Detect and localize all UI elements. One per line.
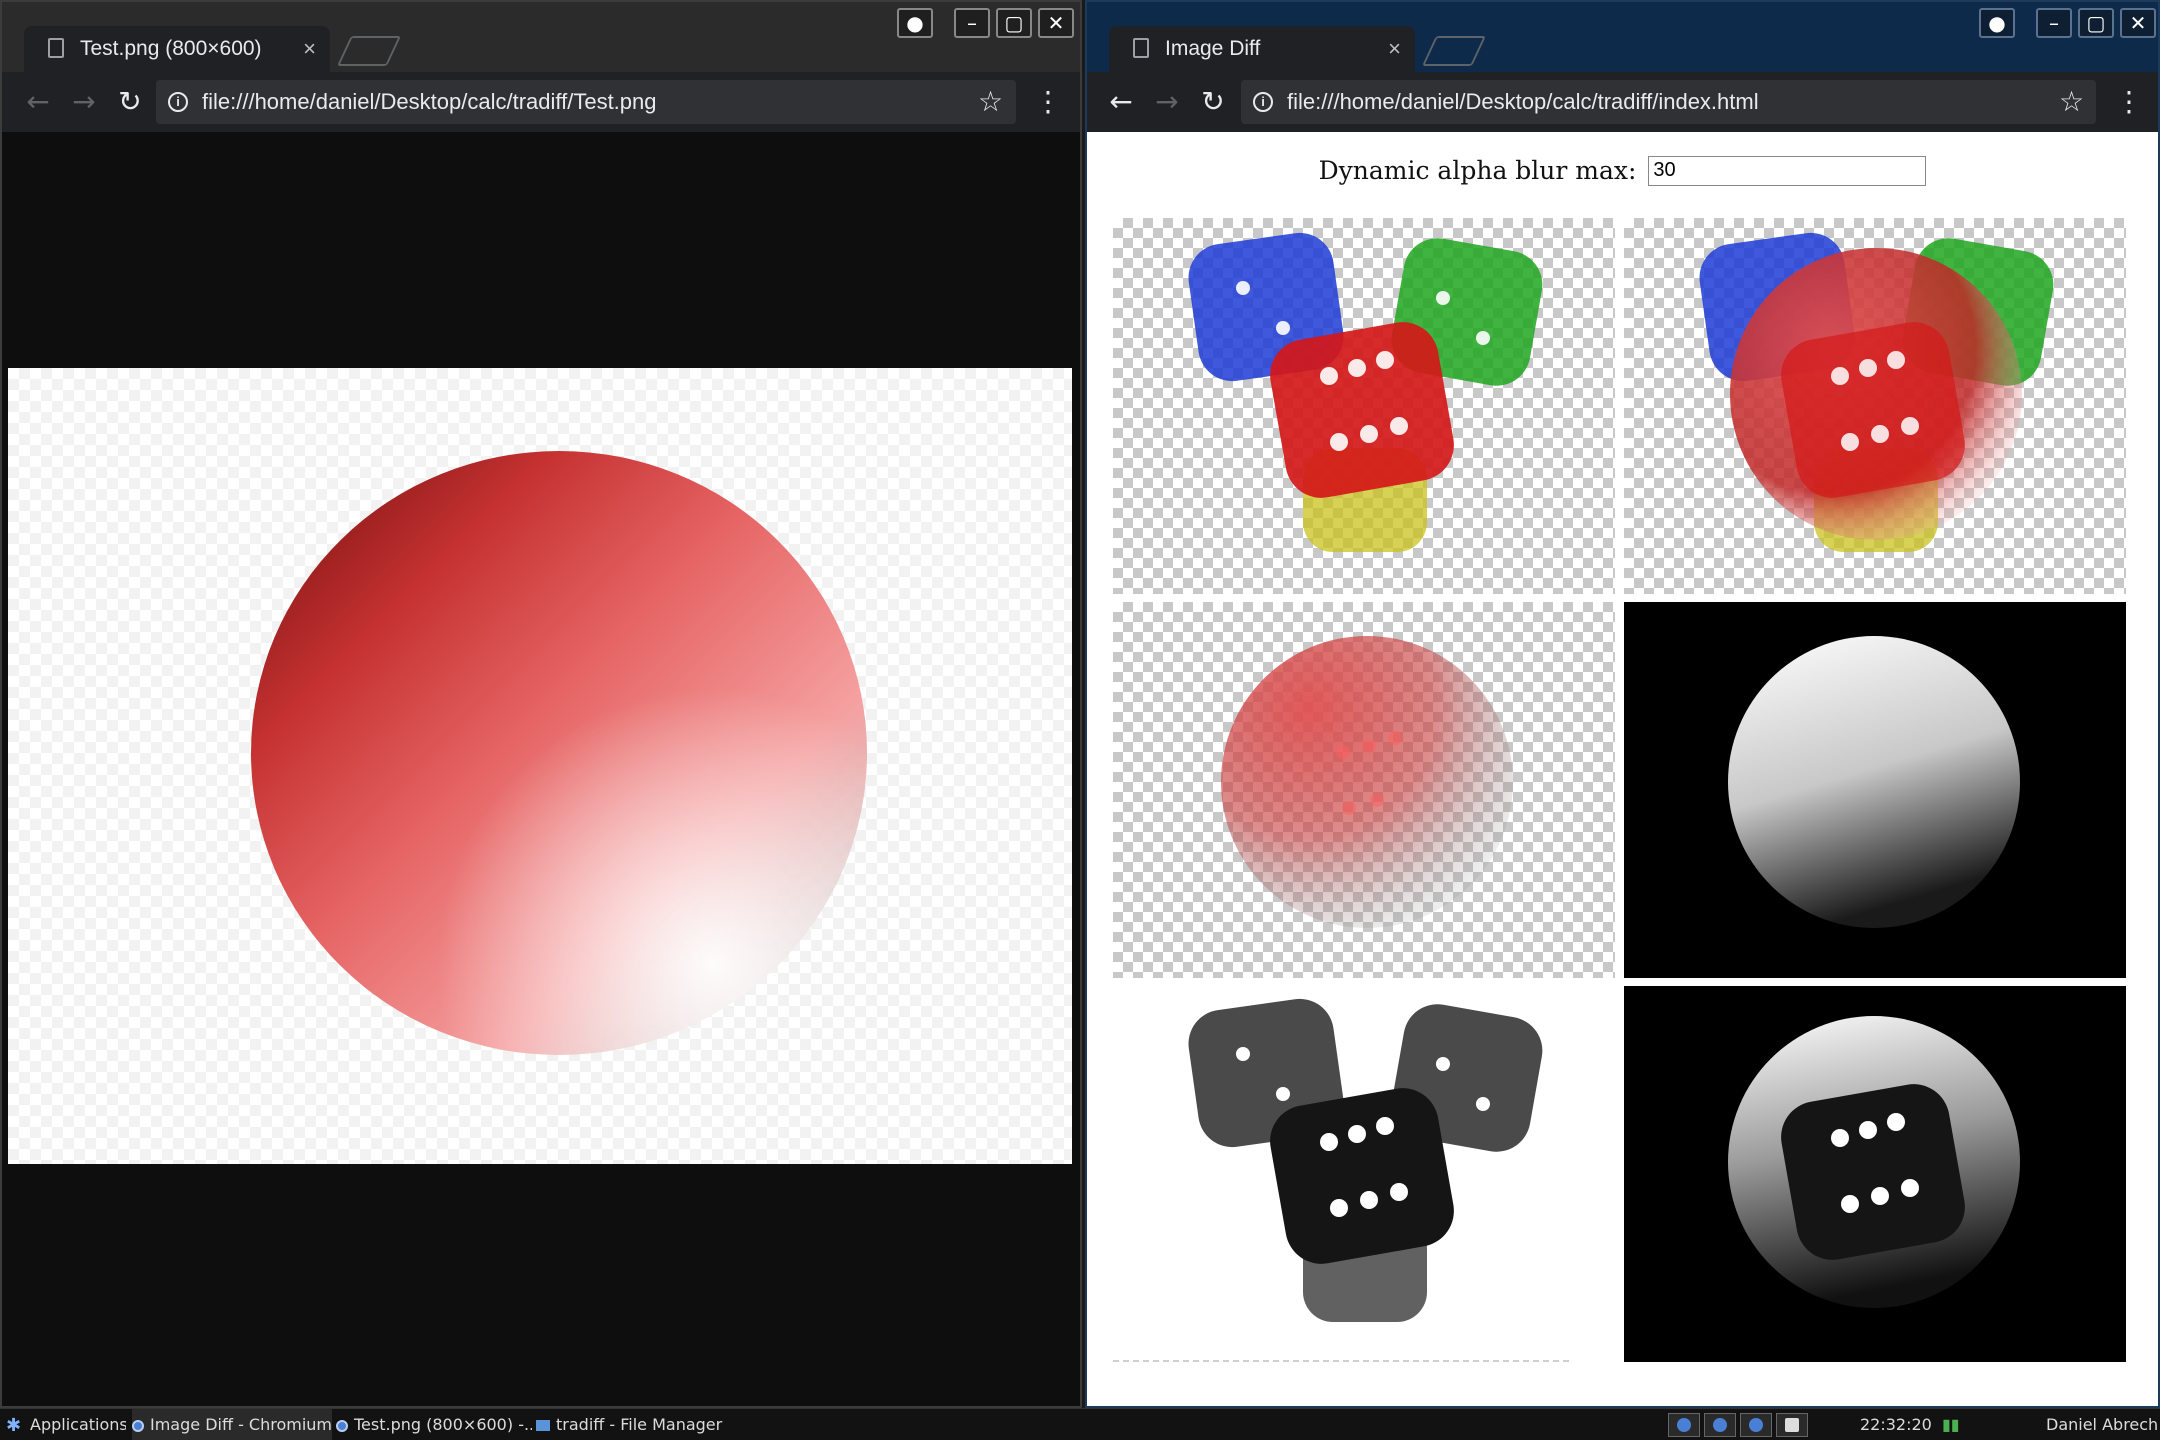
divider [1113, 1360, 1569, 1362]
page-viewport: Dynamic alpha blur max: [1087, 132, 2158, 1406]
tab-test-png[interactable]: Test.png (800×600) × [24, 26, 330, 72]
browser-window-image-diff[interactable]: Image Diff × ● – ▢ ✕ ← → ↻ i file:///hom… [1085, 0, 2160, 1408]
overlay-graphic [1699, 232, 2054, 552]
forward-button[interactable]: → [1149, 82, 1185, 122]
sphere-graphic [1221, 636, 1513, 928]
chromium-icon [336, 1419, 348, 1432]
image-difference [1624, 986, 2126, 1362]
profile-button[interactable]: ● [1979, 8, 2015, 38]
close-window-button[interactable]: ✕ [2120, 8, 2156, 38]
clock[interactable]: 22:32:20 [1860, 1409, 1940, 1440]
taskbar-item-image-diff[interactable]: Image Diff - Chromium [132, 1409, 332, 1440]
diff-die [1781, 1084, 1965, 1260]
minimize-button[interactable]: – [954, 8, 990, 38]
dice-graphic [1188, 232, 1543, 552]
blur-label: Dynamic alpha blur max: [1318, 156, 1637, 185]
workspace-4[interactable] [1776, 1413, 1808, 1437]
image-recovered-sphere [1113, 602, 1615, 978]
alpha-disc [1728, 636, 2020, 928]
new-tab-button[interactable] [337, 36, 401, 66]
document-icon [48, 38, 64, 58]
address-bar[interactable]: i file:///home/daniel/Desktop/calc/tradi… [1241, 80, 2096, 124]
bookmark-star-icon[interactable]: ☆ [2059, 80, 2084, 124]
reload-button[interactable]: ↻ [112, 82, 148, 122]
browser-menu-button[interactable]: ⋮ [1034, 80, 1062, 124]
sphere [1221, 636, 1513, 928]
info-icon[interactable]: i [168, 92, 188, 112]
die-red [1781, 322, 1965, 498]
die-red [1270, 322, 1454, 498]
profile-button[interactable]: ● [897, 8, 933, 38]
gray-dice-graphic [1188, 998, 1543, 1322]
folder-icon [536, 1420, 550, 1431]
battery-icon[interactable]: ▮▮ [1942, 1409, 1982, 1440]
tab-title: Image Diff [1165, 37, 1261, 60]
profile-icon: ● [906, 11, 924, 35]
taskbar-item-test-png[interactable]: Test.png (800×600) -... [336, 1409, 532, 1440]
address-url: file:///home/daniel/Desktop/calc/tradiff… [1287, 89, 1759, 114]
taskbar: ✱ Applications Image Diff - Chromium Test… [0, 1408, 2160, 1440]
image-alpha-map [1624, 602, 2126, 978]
tab-image-diff[interactable]: Image Diff × [1109, 26, 1415, 72]
workspace-2[interactable] [1704, 1413, 1736, 1437]
red-sphere [251, 451, 867, 1055]
close-window-button[interactable]: ✕ [1038, 8, 1074, 38]
bookmark-star-icon[interactable]: ☆ [978, 80, 1003, 124]
tab-close-icon[interactable]: × [1388, 26, 1401, 72]
alpha-graphic [1728, 636, 2020, 928]
test-png-image [8, 368, 1072, 1164]
titlebar[interactable]: Image Diff × ● – ▢ ✕ [1087, 2, 2158, 72]
blur-max-input[interactable] [1648, 155, 1927, 186]
document-icon [1133, 38, 1149, 58]
new-tab-button[interactable] [1422, 36, 1486, 66]
address-url: file:///home/daniel/Desktop/calc/tradiff… [202, 89, 657, 114]
minimize-button[interactable]: – [2036, 8, 2072, 38]
die-gray-4 [1270, 1088, 1454, 1264]
blur-control: Dynamic alpha blur max: [1087, 154, 2158, 190]
workspace-3[interactable] [1740, 1413, 1772, 1437]
titlebar[interactable]: Test.png (800×600) × ● – ▢ ✕ [2, 2, 1080, 72]
reload-button[interactable]: ↻ [1195, 82, 1231, 122]
applications-icon: ✱ [6, 1414, 22, 1436]
image-grayscale-dice [1113, 986, 1615, 1362]
taskbar-item-file-manager[interactable]: tradiff - File Manager [536, 1409, 728, 1440]
maximize-button[interactable]: ▢ [996, 8, 1032, 38]
browser-toolbar: ← → ↻ i file:///home/daniel/Desktop/calc… [1087, 72, 2158, 132]
back-button[interactable]: ← [20, 82, 56, 122]
workspace-1[interactable] [1668, 1413, 1700, 1437]
forward-button[interactable]: → [66, 82, 102, 122]
back-button[interactable]: ← [1103, 82, 1139, 122]
tab-close-icon[interactable]: × [303, 26, 316, 72]
browser-window-test-png[interactable]: Test.png (800×600) × ● – ▢ ✕ ← → ↻ i fil… [0, 0, 1082, 1408]
user-name[interactable]: Daniel Abrecht [2046, 1409, 2158, 1440]
page-viewport [2, 132, 1080, 1406]
tab-title: Test.png (800×600) [80, 37, 262, 60]
chromium-icon [132, 1419, 144, 1432]
applications-label: Applications [30, 1415, 126, 1434]
diff-graphic [1728, 1016, 2020, 1308]
browser-menu-button[interactable]: ⋮ [2115, 80, 2143, 124]
profile-icon: ● [1988, 11, 2006, 35]
applications-menu[interactable]: ✱ Applications [6, 1409, 126, 1440]
browser-toolbar: ← → ↻ i file:///home/daniel/Desktop/calc… [2, 72, 1080, 132]
address-bar[interactable]: i file:///home/daniel/Desktop/calc/tradi… [156, 80, 1016, 124]
info-icon[interactable]: i [1253, 92, 1273, 112]
image-original-dice [1113, 218, 1615, 594]
image-overlay-composite [1624, 218, 2126, 594]
maximize-button[interactable]: ▢ [2078, 8, 2114, 38]
